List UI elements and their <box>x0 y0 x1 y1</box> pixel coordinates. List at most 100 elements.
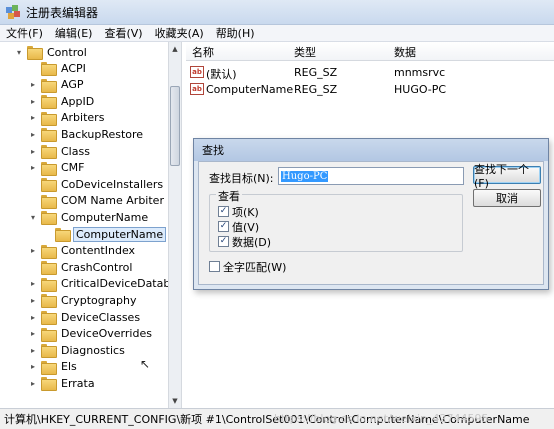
expand-icon[interactable] <box>28 63 38 73</box>
column-type[interactable]: 类型 <box>294 44 316 60</box>
tree-item[interactable]: ▸ Class <box>28 143 92 159</box>
cancel-button[interactable]: 取消 <box>473 189 541 207</box>
tree-scrollbar[interactable]: ▲ ▼ <box>168 42 182 408</box>
folder-icon <box>41 277 57 292</box>
option-values[interactable]: ✓ 值(V) <box>218 220 259 234</box>
menu-view[interactable]: 查看(V) <box>104 25 142 41</box>
scroll-thumb[interactable] <box>170 86 180 166</box>
string-value-icon: ab <box>190 66 204 78</box>
tree-item-label: CriticalDeviceDatabase <box>61 277 168 291</box>
option-label: 项(K) <box>232 205 259 219</box>
expand-icon[interactable]: ▸ <box>28 378 38 388</box>
regedit-icon <box>6 5 20 19</box>
value-data: mnmsrvc <box>394 66 446 79</box>
tree-item-selected[interactable]: ComputerName <box>42 226 167 242</box>
dialog-body: 查找目标(N): Hugo-PC 查找下一个(F) 取消 查看 ✓ 项(K) ✓… <box>198 161 544 285</box>
menu-favorites[interactable]: 收藏夹(A) <box>155 25 204 41</box>
find-dialog: 查找 查找目标(N): Hugo-PC 查找下一个(F) 取消 查看 ✓ 项(K… <box>193 138 549 290</box>
tree-item[interactable]: CrashControl <box>28 259 134 276</box>
key-tree: ▾ Control ACPI ▸ AGP ▸ AppID ▸ Arbiters … <box>0 42 168 408</box>
checkbox-checked-icon[interactable]: ✓ <box>218 221 229 232</box>
tree-item[interactable]: ▸ Els <box>28 359 79 375</box>
option-keys[interactable]: ✓ 项(K) <box>218 205 259 219</box>
scroll-up-icon[interactable]: ▲ <box>169 42 181 56</box>
collapse-icon[interactable]: ▾ <box>28 212 38 222</box>
expand-icon[interactable]: ▸ <box>28 80 38 90</box>
expand-icon[interactable]: ▸ <box>28 279 38 289</box>
match-whole-string[interactable]: 全字匹配(W) <box>209 260 286 274</box>
folder-icon <box>27 46 43 60</box>
column-data[interactable]: 数据 <box>394 44 416 60</box>
tree-item-label: CoDeviceInstallers <box>61 177 164 191</box>
tree-item[interactable]: ▸ ContentIndex <box>28 243 137 259</box>
folder-icon <box>41 294 57 309</box>
tree-item[interactable]: ▸ Errata <box>28 375 97 392</box>
expand-icon[interactable]: ▸ <box>28 146 38 156</box>
value-row[interactable]: ab ComputerName REG_SZ HUGO-PC <box>186 81 554 98</box>
checkbox-checked-icon[interactable]: ✓ <box>218 206 229 217</box>
look-at-title: 查看 <box>216 188 242 204</box>
expand-icon[interactable] <box>28 262 38 272</box>
collapse-icon[interactable]: ▾ <box>14 47 24 57</box>
folder-icon <box>41 377 57 392</box>
find-next-button[interactable]: 查找下一个(F) <box>473 163 541 190</box>
tree-item[interactable]: ▸ DeviceOverrides <box>28 326 154 342</box>
folder-icon <box>41 244 57 259</box>
menu-file[interactable]: 文件(F) <box>6 25 43 41</box>
tree-item[interactable]: ▸ AppID <box>28 93 96 110</box>
menu-edit[interactable]: 编辑(E) <box>55 25 93 41</box>
menu-help[interactable]: 帮助(H) <box>216 25 255 41</box>
tree-item[interactable]: ▸ CriticalDeviceDatabase <box>28 276 168 292</box>
value-type: REG_SZ <box>294 83 338 96</box>
scroll-down-icon[interactable]: ▼ <box>169 394 181 408</box>
dialog-title-bar[interactable]: 查找 <box>194 139 548 161</box>
expand-icon[interactable]: ▸ <box>28 312 38 322</box>
expand-icon[interactable]: ▸ <box>28 329 38 339</box>
value-name: (默认) <box>206 68 237 81</box>
folder-icon <box>41 178 57 193</box>
tree-item[interactable]: ▸ Arbiters <box>28 110 106 126</box>
expand-icon[interactable]: ▸ <box>28 345 38 355</box>
tree-item[interactable]: ▸ CMF <box>28 160 87 176</box>
tree-item-label: ContentIndex <box>61 244 136 258</box>
tree-item[interactable]: ▸ Cryptography <box>28 292 138 309</box>
tree-item[interactable]: ▸ DeviceClasses <box>28 309 142 325</box>
tree-item[interactable]: COM Name Arbiter <box>28 193 166 209</box>
expand-icon[interactable] <box>28 179 38 189</box>
tree-item[interactable]: ▸ BackupRestore <box>28 126 145 143</box>
expand-icon[interactable] <box>28 196 38 206</box>
string-value-icon: ab <box>190 83 204 95</box>
expand-icon[interactable]: ▸ <box>28 295 38 305</box>
folder-icon <box>41 95 57 110</box>
find-what-value: Hugo-PC <box>281 170 329 182</box>
watermark: https://blog.csdn.net/weixin_42744595 <box>274 412 489 425</box>
tree-item-label: Class <box>61 144 90 158</box>
tree-item-control[interactable]: ▾ Control <box>14 44 89 60</box>
tree-item-label: Control <box>47 45 87 59</box>
tree-item[interactable]: ▸ Diagnostics <box>28 342 127 359</box>
expand-icon[interactable]: ▸ <box>28 362 38 372</box>
tree-item[interactable]: ACPI <box>28 60 88 76</box>
expand-icon[interactable]: ▸ <box>28 246 38 256</box>
window-title: 注册表编辑器 <box>26 5 99 20</box>
expand-icon[interactable]: ▸ <box>28 96 38 106</box>
column-name[interactable]: 名称 <box>192 44 214 60</box>
expand-icon[interactable]: ▸ <box>28 129 38 139</box>
checkbox-checked-icon[interactable]: ✓ <box>218 236 229 247</box>
tree-item-label: Arbiters <box>61 111 105 125</box>
tree-item-computername[interactable]: ▾ ComputerName <box>28 209 150 226</box>
tree-item-label: Cryptography <box>61 293 137 307</box>
value-row[interactable]: ab (默认) REG_SZ mnmsrvc <box>186 64 554 81</box>
tree-item[interactable]: ▸ AGP <box>28 77 86 93</box>
tree-item-label: Els <box>61 360 77 374</box>
find-what-input[interactable]: Hugo-PC <box>278 167 464 185</box>
tree-item-label: AppID <box>61 94 95 108</box>
tree-item[interactable]: CoDeviceInstallers <box>28 176 165 193</box>
checkbox-unchecked-icon[interactable] <box>209 261 220 272</box>
expand-icon[interactable]: ▸ <box>28 163 38 173</box>
option-data[interactable]: ✓ 数据(D) <box>218 235 271 249</box>
look-at-group: 查看 ✓ 项(K) ✓ 值(V) ✓ 数据(D) <box>209 188 463 252</box>
folder-icon <box>41 62 57 76</box>
expand-icon[interactable]: ▸ <box>28 113 38 123</box>
title-bar: 注册表编辑器 <box>0 0 554 25</box>
